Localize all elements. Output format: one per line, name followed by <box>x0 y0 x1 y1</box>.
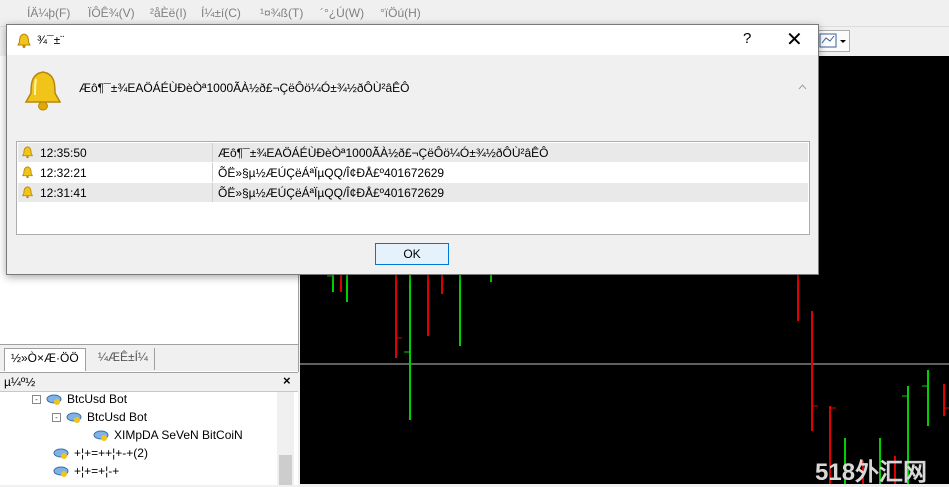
menu-help[interactable]: °ïÖú(H) <box>380 6 421 20</box>
expert-advisor-icon <box>93 430 109 441</box>
tree-item-label: XIMpDA SeVeN BitCoiN <box>114 428 243 442</box>
alert-list: 12:35:50 Æô¶¯±¾EAÖÁÉÙÐèÒª1000ÃÀ½ð£¬ÇëÔö¼… <box>16 141 810 235</box>
menu-insert[interactable]: ²åÈë(I) <box>150 6 187 20</box>
expert-advisor-icon <box>66 412 82 423</box>
tree-item[interactable]: +¦+=++¦+-+(2) <box>52 446 148 460</box>
tree-item-label: BtcUsd Bot <box>67 392 128 406</box>
navigator-close-button[interactable]: × <box>283 373 291 388</box>
bell-icon <box>17 33 31 48</box>
dialog-title: ¾¯±¨ <box>37 33 65 47</box>
dialog-body: Æô¶¯±¾EAÖÁÉÙÐèÒª1000ÃÀ½ð£¬ÇëÔö¼Ó±¾½ðÔÙ²â… <box>7 55 818 274</box>
bell-icon <box>21 186 34 199</box>
alert-time: 12:35:50 <box>40 146 87 160</box>
menu-tools[interactable]: ¹¤¾ß(T) <box>260 6 303 20</box>
list-item[interactable]: 12:32:21 ÕË»§µ½ÆÚÇëÁªÏµQQ/Î¢ÐÅ£º40167262… <box>18 163 808 182</box>
tab-tick-chart[interactable]: ¼ÆÊ±Í¼ <box>92 348 155 370</box>
alert-message: Æô¶¯±¾EAÖÁÉÙÐèÒª1000ÃÀ½ð£¬ÇëÔö¼Ó±¾½ðÔÙ²â… <box>79 81 410 95</box>
navigator-title: µ¼º½ <box>4 375 36 389</box>
tree-item-label: +¦+=+¦-+ <box>74 464 120 478</box>
alert-text: Æô¶¯±¾EAÖÁÉÙÐèÒª1000ÃÀ½ð£¬ÇëÔö¼Ó±¾½ðÔÙ²â… <box>218 146 549 160</box>
navigator-panel: µ¼º½ × - BtcUsd Bot - BtcUsd Bot XIMpDA … <box>0 372 298 485</box>
tree-item-label: BtcUsd Bot <box>87 410 148 424</box>
alert-text: ÕË»§µ½ÆÚÇëÁªÏµQQ/Î¢ÐÅ£º401672629 <box>218 166 445 180</box>
navigator-header: µ¼º½ × <box>0 373 298 392</box>
chart-template-button[interactable] <box>816 30 850 52</box>
message-area: Æô¶¯±¾EAÖÁÉÙÐèÒª1000ÃÀ½ð£¬ÇëÔö¼Ó±¾½ðÔÙ²â… <box>7 63 807 153</box>
collapse-icon[interactable]: - <box>32 394 41 404</box>
alert-time: 12:32:21 <box>40 166 87 180</box>
menu-file[interactable]: ÍÄ¼þ(F) <box>27 6 70 20</box>
bell-icon <box>21 166 34 179</box>
tree-item[interactable]: - BtcUsd Bot <box>52 410 147 424</box>
collapse-icon[interactable]: - <box>52 412 61 422</box>
bear-ticks <box>396 337 949 409</box>
expert-advisor-icon <box>46 394 62 405</box>
watermark: 518外汇网 <box>815 459 928 486</box>
tree-item[interactable]: - BtcUsd Bot <box>32 392 127 406</box>
expert-advisor-icon <box>53 448 69 459</box>
help-button[interactable]: ? <box>743 30 751 47</box>
menu-charts[interactable]: Í¼±í(C) <box>201 6 241 20</box>
tree-item[interactable]: +¦+=+¦-+ <box>52 464 119 478</box>
expert-advisor-icon <box>53 466 69 477</box>
tree-item-label: +¦+=++¦+-+(2) <box>74 446 148 460</box>
list-item[interactable]: 12:35:50 Æô¶¯±¾EAÖÁÉÙÐèÒª1000ÃÀ½ð£¬ÇëÔö¼… <box>18 143 808 162</box>
tab-symbols[interactable]: ½»Ò×Æ·ÖÖ <box>4 348 86 371</box>
bell-icon <box>21 146 34 159</box>
ok-button[interactable]: OK <box>375 243 449 265</box>
list-item[interactable]: 12:31:41 ÕË»§µ½ÆÚÇëÁªÏµQQ/Î¢ÐÅ£º40167262… <box>18 183 808 202</box>
menu-window[interactable]: ´°¿Ú(W) <box>320 6 364 20</box>
alert-dialog: ¾¯±¨ ? ✕ Æô¶¯±¾EAÖÁÉÙÐèÒª1000ÃÀ½ð£¬ÇëÔö¼… <box>6 24 819 275</box>
navigator-scroll-thumb[interactable] <box>279 455 292 485</box>
dialog-titlebar: ¾¯±¨ ? ✕ <box>7 25 818 55</box>
menu-bar: ÍÄ¼þ(F) ÏÔÊ¾(V) ²åÈë(I) Í¼±í(C) ¹¤¾ß(T) … <box>0 0 949 27</box>
alert-time: 12:31:41 <box>40 186 87 200</box>
bull-ticks <box>327 275 928 397</box>
large-bell-icon <box>24 71 62 111</box>
close-button[interactable]: ✕ <box>786 27 803 52</box>
tree-item[interactable]: XIMpDA SeVeN BitCoiN <box>92 428 243 442</box>
menu-view[interactable]: ÏÔÊ¾(V) <box>88 6 135 20</box>
chart-template-icon <box>819 33 846 48</box>
alert-text: ÕË»§µ½ÆÚÇëÁªÏµQQ/Î¢ÐÅ£º401672629 <box>218 186 445 200</box>
panel-tabs: ½»Ò×Æ·ÖÖ ¼ÆÊ±Í¼ <box>0 344 298 371</box>
